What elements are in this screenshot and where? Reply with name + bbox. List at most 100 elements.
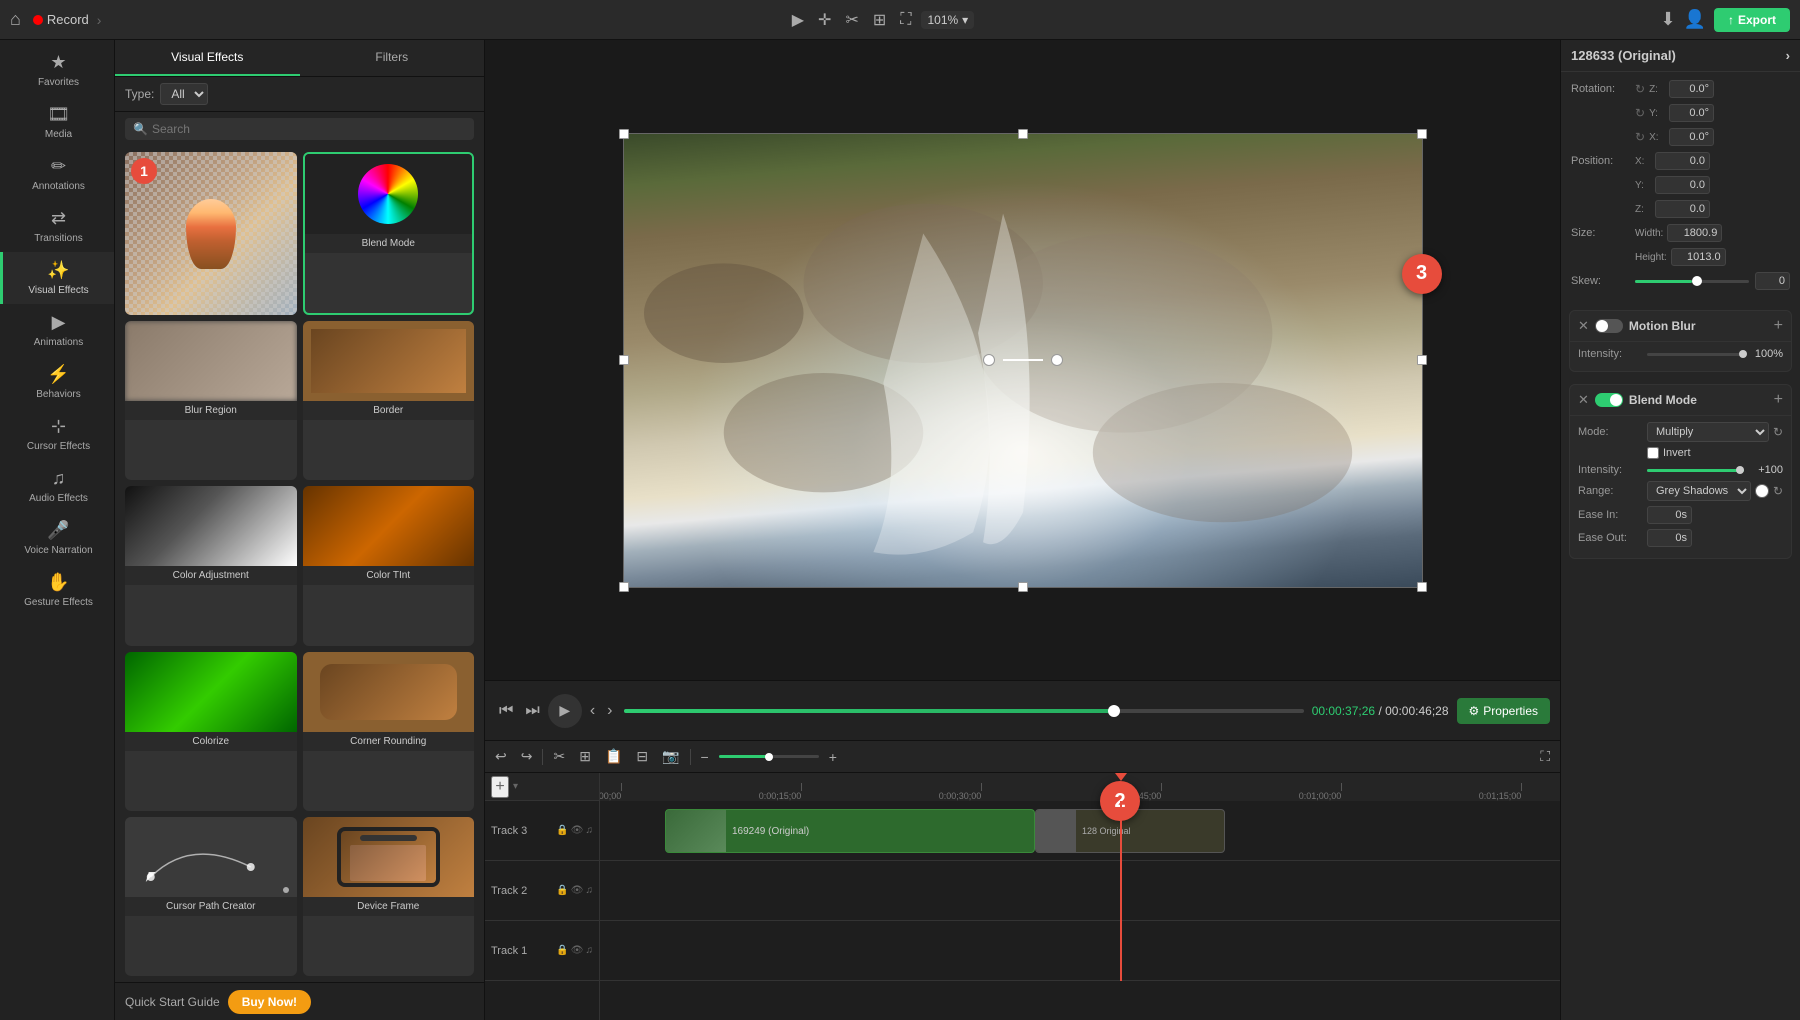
record-screen-icon[interactable]: ⊞ xyxy=(869,8,890,32)
tab-visual-effects[interactable]: Visual Effects xyxy=(115,40,300,76)
download-icon[interactable]: ⬇ xyxy=(1660,9,1675,30)
playhead-line[interactable] xyxy=(1120,801,1122,981)
profile-icon[interactable]: 👤 xyxy=(1684,9,1706,30)
track-3-mute[interactable]: 👁 xyxy=(571,825,584,836)
scrubber-thumb[interactable] xyxy=(1108,705,1120,717)
handle-bottom-left[interactable] xyxy=(619,582,629,592)
range-refresh[interactable]: ↻ xyxy=(1773,484,1783,498)
ease-in-input[interactable] xyxy=(1647,506,1692,524)
tab-filters[interactable]: Filters xyxy=(300,40,485,76)
effect-corner-rounding[interactable]: Corner Rounding xyxy=(303,652,475,811)
intensity-slider-thumb[interactable] xyxy=(1739,350,1747,358)
range-color-picker[interactable] xyxy=(1755,484,1769,498)
frame-back-button[interactable]: ⏭ xyxy=(521,698,543,724)
skew-slider-thumb[interactable] xyxy=(1692,276,1702,286)
handle-mid-right[interactable] xyxy=(1417,355,1427,365)
effect-cursor-path-creator[interactable]: Cursor Path Creator xyxy=(125,817,297,976)
effect-color-adjustment[interactable]: Color Adjustment xyxy=(125,486,297,645)
motion-blur-add[interactable]: + xyxy=(1774,317,1783,335)
intensity-slider[interactable] xyxy=(1647,353,1744,356)
undo-button[interactable]: ↩ xyxy=(491,746,511,767)
zoom-in-button[interactable]: + xyxy=(825,747,841,767)
handle-bottom-right[interactable] xyxy=(1417,582,1427,592)
rotation-y-input[interactable] xyxy=(1669,104,1714,122)
zoom-out-button[interactable]: − xyxy=(697,747,713,767)
track-3-lock[interactable]: 🔒 xyxy=(556,825,568,836)
handle-top-mid[interactable] xyxy=(1018,129,1028,139)
effect-blend-mode[interactable]: Blend Mode xyxy=(303,152,475,315)
skew-input[interactable] xyxy=(1755,272,1790,290)
effect-color-tint[interactable]: Color TInt xyxy=(303,486,475,645)
cursor-tool-icon[interactable]: ✛ xyxy=(814,8,835,32)
sidebar-item-behaviors[interactable]: ⚡ Behaviors xyxy=(0,356,114,408)
redo-button[interactable]: ↪ xyxy=(517,746,537,767)
rotate-x-icon[interactable]: ↻ xyxy=(1635,106,1645,120)
handle-mid-left[interactable] xyxy=(619,355,629,365)
mode-select[interactable]: Multiply xyxy=(1647,422,1769,442)
play-pause-button[interactable]: ▶ xyxy=(548,694,582,728)
clip-169249[interactable]: 169249 (Original) xyxy=(665,809,1035,853)
next-clip-button[interactable]: › xyxy=(603,698,616,724)
blend-mode-toggle[interactable] xyxy=(1595,393,1623,407)
fullscreen-icon[interactable]: ⛶ xyxy=(896,9,915,31)
expand-tracks-icon[interactable]: ▾ xyxy=(513,781,518,792)
playhead-marker[interactable] xyxy=(1115,773,1127,781)
rotation-z-input[interactable] xyxy=(1669,80,1714,98)
camera-button[interactable]: 📷 xyxy=(658,746,683,767)
position-y-input[interactable] xyxy=(1655,176,1710,194)
sidebar-item-annotations[interactable]: ✏ Annotations xyxy=(0,148,114,200)
search-input[interactable] xyxy=(152,122,466,136)
track-1-lock[interactable]: 🔒 xyxy=(556,945,568,956)
blend-mode-add[interactable]: + xyxy=(1774,391,1783,409)
sidebar-item-animations[interactable]: ▶ Animations xyxy=(0,304,114,356)
blend-intensity-slider[interactable] xyxy=(1647,469,1744,472)
add-track-button[interactable]: + xyxy=(491,776,509,798)
height-input[interactable] xyxy=(1671,248,1726,266)
buy-now-button[interactable]: Buy Now! xyxy=(228,990,311,1014)
track-3-solo[interactable]: ♫ xyxy=(586,825,594,836)
cut-button[interactable]: ✂ xyxy=(549,746,569,767)
handle-top-right[interactable] xyxy=(1417,129,1427,139)
sidebar-item-visual-effects[interactable]: ✨ Visual Effects xyxy=(0,252,114,304)
track-1-mute[interactable]: 👁 xyxy=(571,945,584,956)
ease-out-input[interactable] xyxy=(1647,529,1692,547)
sidebar-item-voice-narration[interactable]: 🎤 Voice Narration xyxy=(0,512,114,564)
width-input[interactable] xyxy=(1667,224,1722,242)
motion-blur-toggle[interactable] xyxy=(1595,319,1623,333)
effect-background-remove[interactable]: 1 Background Remo... xyxy=(125,152,297,315)
effect-device-frame[interactable]: Device Frame xyxy=(303,817,475,976)
mode-refresh[interactable]: ↻ xyxy=(1773,425,1783,439)
skew-slider[interactable] xyxy=(1635,280,1749,283)
blend-mode-remove[interactable]: ✕ xyxy=(1578,392,1589,408)
sidebar-item-media[interactable]: 🎞 Media xyxy=(0,96,114,148)
prev-clip-button[interactable]: ‹ xyxy=(586,698,599,724)
step-back-button[interactable]: ⏮ xyxy=(495,698,517,724)
track-2-lane[interactable] xyxy=(600,861,1560,921)
sidebar-item-favorites[interactable]: ★ Favorites xyxy=(0,44,114,96)
record-button[interactable]: Record xyxy=(33,12,89,27)
rotate-z-icon[interactable]: ↻ xyxy=(1635,82,1645,96)
sidebar-item-gesture-effects[interactable]: ✋ Gesture Effects xyxy=(0,564,114,616)
quick-start-button[interactable]: Quick Start Guide xyxy=(125,995,220,1009)
type-select[interactable]: All xyxy=(160,83,208,105)
home-icon[interactable]: ⌂ xyxy=(10,9,21,30)
sidebar-item-cursor-effects[interactable]: ⊹ Cursor Effects xyxy=(0,408,114,460)
properties-button[interactable]: ⚙ Properties xyxy=(1457,698,1550,724)
copy-button[interactable]: ⊞ xyxy=(575,746,595,767)
timeline-scrubber[interactable] xyxy=(624,709,1303,713)
track-2-lock[interactable]: 🔒 xyxy=(556,885,568,896)
center-handle[interactable] xyxy=(983,354,1063,366)
track-1-solo[interactable]: ♫ xyxy=(586,945,594,956)
range-select[interactable]: Grey Shadows xyxy=(1647,481,1751,501)
effect-border[interactable]: Border xyxy=(303,321,475,480)
split-button[interactable]: ⊟ xyxy=(632,746,652,767)
motion-blur-remove[interactable]: ✕ xyxy=(1578,318,1589,334)
track-2-solo[interactable]: ♫ xyxy=(586,885,594,896)
track-2-mute[interactable]: 👁 xyxy=(571,885,584,896)
sidebar-item-audio-effects[interactable]: ♫ Audio Effects xyxy=(0,460,114,512)
paste-button[interactable]: 📋 xyxy=(601,746,626,767)
expand-button[interactable]: ⛶ xyxy=(1536,746,1554,767)
export-button[interactable]: ↑ Export xyxy=(1714,8,1790,32)
invert-checkbox[interactable] xyxy=(1647,447,1659,459)
trim-tool-icon[interactable]: ✂ xyxy=(841,8,862,32)
